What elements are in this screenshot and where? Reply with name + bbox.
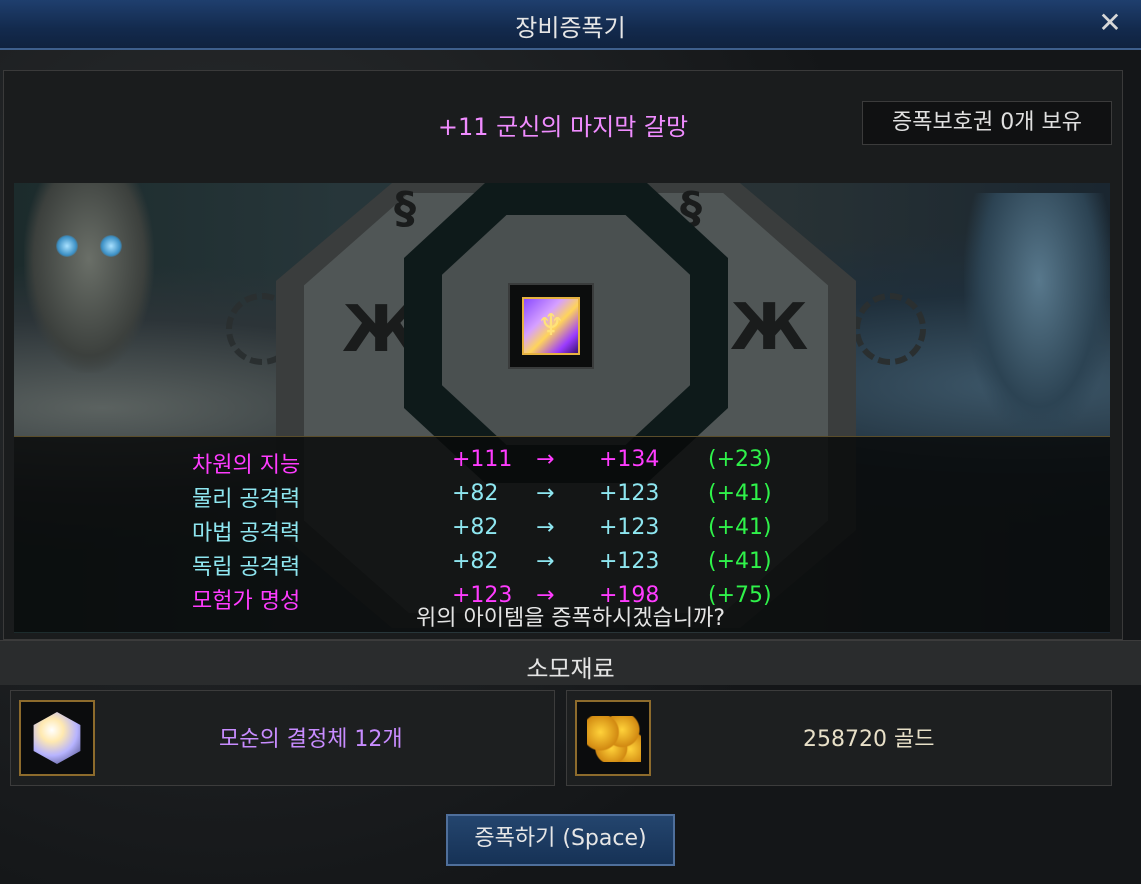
- window-title: 장비증폭기: [515, 14, 626, 42]
- stat-row: 독립 공격력 +82 → +123 (+41): [14, 549, 1110, 583]
- statue-eye-right: [100, 235, 122, 257]
- stat-name: 물리 공격력: [192, 487, 301, 512]
- amplifier-scene: Ж Ж § § ♆ 차원의 지능 +111 → +134 (+23) 물리 공격…: [14, 183, 1110, 633]
- stat-after: +123: [599, 481, 660, 506]
- golden-relic-icon: ♆: [522, 297, 580, 355]
- stat-after: +123: [599, 515, 660, 540]
- gear-decoration: [854, 293, 926, 365]
- stat-diff: (+41): [708, 481, 772, 506]
- materials-header: 소모재료: [0, 640, 1141, 685]
- protection-ticket-count: 증폭보호권 0개 보유: [862, 101, 1112, 145]
- stat-row: 마법 공격력 +82 → +123 (+41): [14, 515, 1110, 549]
- item-slot[interactable]: ♆: [508, 283, 594, 369]
- title-bar: 장비증폭기 ✕: [0, 0, 1141, 50]
- stat-row: 차원의 지능 +111 → +134 (+23): [14, 447, 1110, 481]
- material-slot[interactable]: [575, 700, 651, 776]
- stat-diff: (+23): [708, 447, 772, 472]
- material-gold: 258720 골드: [566, 690, 1112, 786]
- stat-row: 물리 공격력 +82 → +123 (+41): [14, 481, 1110, 515]
- stat-before: +82: [452, 515, 499, 540]
- confirm-prompt: 위의 아이템을 증폭하시겠습니까?: [415, 606, 726, 631]
- arrow-right-icon: →: [536, 447, 555, 472]
- stat-before: +111: [452, 447, 513, 472]
- amplify-button[interactable]: 증폭하기 (Space): [446, 814, 675, 866]
- stat-name: 마법 공격력: [192, 521, 301, 546]
- amplifier-window: +11 군신의 마지막 갈망 증폭보호권 0개 보유 Ж Ж § § ♆ 차원의…: [0, 50, 1141, 884]
- stat-diff: (+41): [708, 549, 772, 574]
- crystal-icon: [33, 712, 81, 764]
- arrow-right-icon: →: [536, 481, 555, 506]
- stat-after: +134: [599, 447, 660, 472]
- stat-name: 독립 공격력: [192, 555, 301, 580]
- gold-coins-icon: [587, 716, 641, 762]
- stat-name: 차원의 지능: [192, 453, 301, 478]
- stat-before: +82: [452, 481, 499, 506]
- arrow-right-icon: →: [536, 515, 555, 540]
- rune-right-icon: Ж: [730, 291, 809, 365]
- close-icon[interactable]: ✕: [1095, 8, 1125, 38]
- statue-eye-left: [56, 235, 78, 257]
- stat-after: +123: [599, 549, 660, 574]
- material-label: 모순의 결정체 12개: [219, 727, 403, 752]
- arrow-right-icon: →: [536, 549, 555, 574]
- stat-diff: (+41): [708, 515, 772, 540]
- skull-statue-image: [24, 183, 154, 373]
- material-crystal: 모순의 결정체 12개: [10, 690, 555, 786]
- stat-before: +82: [452, 549, 499, 574]
- elf-statue-image: [964, 193, 1110, 443]
- material-label: 258720 골드: [803, 727, 935, 752]
- material-slot[interactable]: [19, 700, 95, 776]
- materials-title: 소모재료: [526, 655, 615, 683]
- rune-topleft-icon: §: [394, 183, 416, 234]
